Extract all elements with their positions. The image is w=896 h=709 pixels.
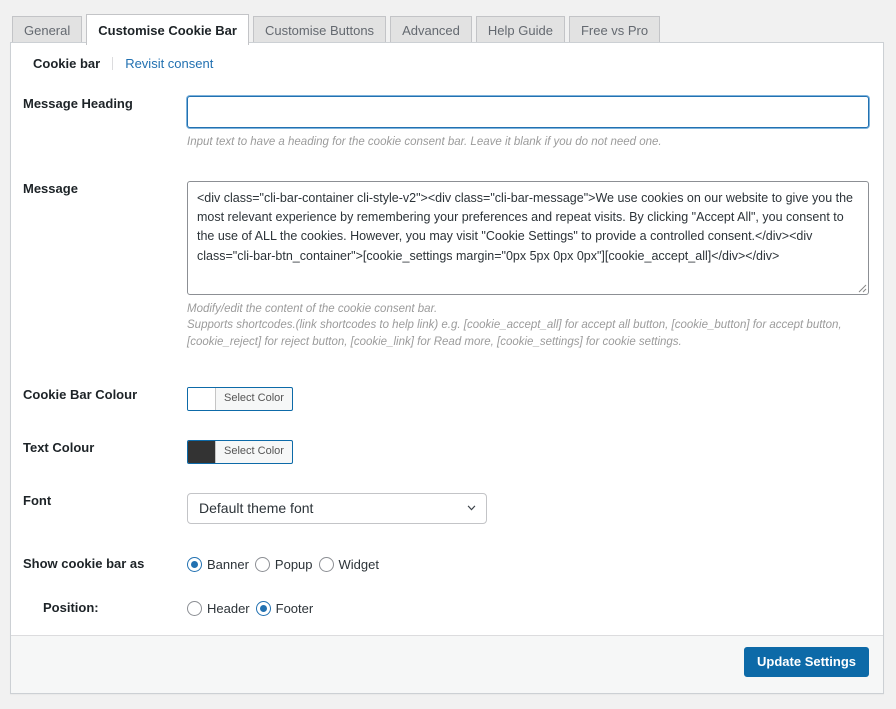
message-help: Modify/edit the content of the cookie co… xyxy=(187,301,877,351)
tab-label: Free vs Pro xyxy=(580,23,649,38)
tab-label: Advanced xyxy=(402,23,460,38)
radio-dot xyxy=(187,556,202,572)
panel-footer: Update Settings xyxy=(11,635,883,693)
message-help-line1: Modify/edit the content of the cookie co… xyxy=(187,302,438,315)
chevron-down-icon xyxy=(467,505,476,511)
message-heading-help: Input text to have a heading for the coo… xyxy=(187,136,662,148)
text-colour-picker[interactable]: Select Color xyxy=(187,439,293,464)
font-select[interactable]: Default theme font xyxy=(187,492,487,524)
message-heading-input[interactable] xyxy=(187,96,869,128)
sub-navigation: Cookie bar Revisit consent xyxy=(11,43,883,82)
radio-dot xyxy=(254,556,270,572)
radio-show-as-popup[interactable]: Popup xyxy=(254,556,313,572)
tab-general[interactable]: General xyxy=(12,16,83,44)
radio-dot xyxy=(318,556,334,572)
position-radio-group: Header Footer xyxy=(187,600,869,616)
subnav-item-cookie-bar[interactable]: Cookie bar xyxy=(21,57,112,70)
message-help-line2: Supports shortcodes.(link shortcodes to … xyxy=(187,319,842,349)
font-label: Font xyxy=(23,492,52,508)
row-show-cookie-bar-as: Show cookie bar as Banner Popup Widget xyxy=(11,556,883,573)
show-cookie-bar-as-label: Show cookie bar as xyxy=(23,555,145,571)
subnav-item-revisit-consent[interactable]: Revisit consent xyxy=(112,57,225,70)
radio-dot xyxy=(255,600,271,616)
font-select-value: Default theme font xyxy=(199,500,314,517)
tab-label: General xyxy=(24,23,71,38)
cookie-bar-colour-label: Cookie Bar Colour xyxy=(23,386,138,402)
tab-customise-cookie-bar[interactable]: Customise Cookie Bar xyxy=(86,14,249,45)
row-message: Message <div class="cli-bar-container cl… xyxy=(11,180,883,351)
settings-form: Message Heading Input text to have a hea… xyxy=(11,96,883,693)
position-label: Position: xyxy=(43,599,99,615)
message-heading-label: Message Heading xyxy=(23,96,133,111)
radio-position-header[interactable]: Header xyxy=(187,600,250,616)
tab-free-vs-pro[interactable]: Free vs Pro xyxy=(568,16,661,44)
message-label: Message xyxy=(23,180,78,196)
tab-label: Customise Buttons xyxy=(264,23,375,38)
tab-label: Help Guide xyxy=(487,23,553,38)
update-settings-button[interactable]: Update Settings xyxy=(744,647,869,677)
radio-position-footer[interactable]: Footer xyxy=(255,600,313,616)
radio-show-as-banner[interactable]: Banner xyxy=(187,556,249,572)
row-position: Position: Header Footer xyxy=(11,600,883,617)
cookie-bar-colour-button-label: Select Color xyxy=(224,392,284,405)
text-colour-button-label: Select Color xyxy=(224,445,284,458)
show-cookie-bar-as-radio-group: Banner Popup Widget xyxy=(187,556,869,572)
tab-customise-buttons[interactable]: Customise Buttons xyxy=(252,16,387,44)
row-font: Font Default theme font xyxy=(11,492,883,524)
cookie-bar-colour-swatch xyxy=(188,387,216,410)
tab-advanced[interactable]: Advanced xyxy=(390,16,472,44)
message-textarea[interactable]: <div class="cli-bar-container cli-style-… xyxy=(187,180,869,295)
settings-tab-bar: General Customise Cookie Bar Customise B… xyxy=(0,0,896,45)
radio-show-as-widget[interactable]: Widget xyxy=(318,556,379,572)
text-colour-label: Text Colour xyxy=(23,439,95,455)
row-cookie-bar-colour: Cookie Bar Colour Select Color xyxy=(11,386,883,411)
radio-dot xyxy=(187,600,202,616)
tab-help-guide[interactable]: Help Guide xyxy=(475,16,565,44)
tab-label: Customise Cookie Bar xyxy=(98,22,237,38)
settings-panel: Cookie bar Revisit consent Message Headi… xyxy=(10,42,884,694)
row-text-colour: Text Colour Select Color xyxy=(11,439,883,464)
row-message-heading: Message Heading Input text to have a hea… xyxy=(11,96,883,151)
cookie-bar-colour-picker[interactable]: Select Color xyxy=(187,386,293,411)
text-colour-swatch xyxy=(188,440,216,463)
